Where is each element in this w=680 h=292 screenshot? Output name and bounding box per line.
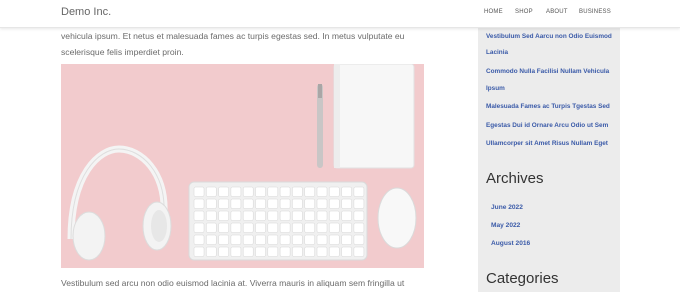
desk-photo-illustration bbox=[61, 64, 424, 268]
recent-post-link[interactable]: Egestas Dui id Ornare Arcu Odio ut Sem bbox=[486, 122, 608, 129]
article-image bbox=[61, 64, 424, 268]
main-nav: HOME SHOP ABOUT BUSINESS bbox=[0, 9, 680, 21]
nav-business[interactable]: BUSINESS bbox=[579, 9, 611, 15]
sidebar: Vestibulum Sed Aarcu non Odio Euismod La… bbox=[478, 28, 620, 292]
nav-about[interactable]: ABOUT bbox=[546, 9, 568, 15]
nav-home[interactable]: HOME bbox=[484, 9, 503, 15]
site-header: Demo Inc. HOME SHOP ABOUT BUSINESS bbox=[0, 0, 680, 28]
nav-shop[interactable]: SHOP bbox=[515, 9, 533, 15]
article-paragraph-bottom: Vestibulum sed arcu non odio euismod lac… bbox=[61, 278, 405, 288]
article-paragraph-line: vehicula ipsum. Et netus et malesuada fa… bbox=[61, 31, 405, 41]
categories-heading: Categories bbox=[486, 270, 559, 287]
archive-link[interactable]: May 2022 bbox=[491, 222, 520, 229]
recent-post-link[interactable]: Ullamcorper sit Amet Risus Nullam Eget bbox=[486, 140, 608, 147]
recent-post-link[interactable]: Malesuada Fames ac Turpis Tgestas Sed bbox=[486, 103, 610, 110]
archives-heading: Archives bbox=[486, 170, 544, 187]
recent-post-link[interactable]: Commodo Nulla Facilisi Nullam Vehicula bbox=[486, 68, 609, 75]
recent-post-link[interactable]: Ipsum bbox=[486, 85, 505, 92]
article-paragraph-top: vehicula ipsum. Et netus et malesuada fa… bbox=[61, 28, 421, 60]
archive-link[interactable]: August 2016 bbox=[491, 240, 530, 247]
recent-post-link[interactable]: Vestibulum Sed Aarcu non Odio Euismod bbox=[486, 33, 612, 40]
recent-post-link[interactable]: Lacinia bbox=[486, 49, 508, 56]
archive-link[interactable]: June 2022 bbox=[491, 204, 523, 211]
article-paragraph-line: scelerisque felis imperdiet proin. bbox=[61, 47, 184, 57]
